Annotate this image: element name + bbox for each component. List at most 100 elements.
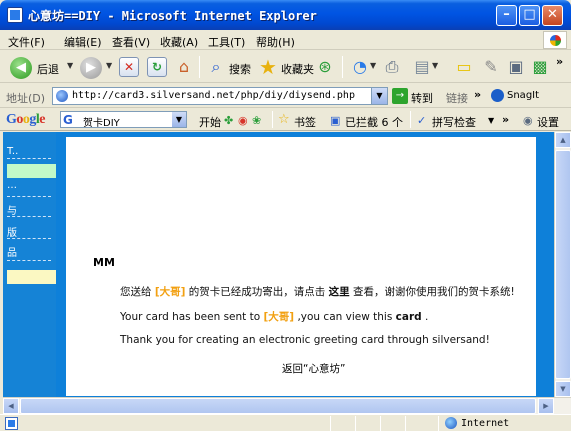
google-search-input[interactable]: G 贺卡DIY ▼: [60, 111, 187, 129]
toolbar-separator: [342, 56, 343, 78]
settings-button[interactable]: 设置: [537, 114, 559, 130]
search-icon[interactable]: ⌕: [206, 57, 226, 77]
horizontal-scroll-thumb[interactable]: [20, 398, 536, 414]
sidebar-divider: [7, 216, 51, 217]
sidebar-divider: [7, 260, 51, 261]
media-icon[interactable]: ⊛: [315, 57, 335, 77]
view-here-link[interactable]: 这里: [329, 286, 350, 298]
maximize-button[interactable]: □: [519, 5, 540, 26]
vertical-scrollbar[interactable]: ▲ ▼: [554, 132, 571, 397]
menu-edit[interactable]: 编辑(E): [64, 34, 102, 50]
address-url[interactable]: http://card3.silversand.net/php/diy/diys…: [72, 90, 355, 101]
snagit-icon[interactable]: [491, 89, 504, 102]
sidebar-item[interactable]: 与: [7, 202, 17, 217]
scroll-right-icon[interactable]: ▶: [538, 398, 554, 414]
view-card-link[interactable]: card: [396, 311, 422, 323]
sidebar-divider: [7, 158, 51, 159]
google-go-button[interactable]: 开始: [199, 114, 221, 130]
back-arrow-icon[interactable]: ◀: [10, 57, 32, 79]
image-icon[interactable]: ▩: [530, 57, 550, 77]
snagit-button[interactable]: SnagIt: [507, 90, 539, 101]
toolbar-separator: [272, 111, 273, 128]
go-arrow-icon[interactable]: →: [392, 88, 408, 104]
vertical-scroll-thumb[interactable]: [555, 150, 571, 379]
spellcheck-button[interactable]: 拼写检查: [432, 114, 476, 130]
sidebar-item[interactable]: 品: [7, 244, 17, 259]
status-separator: [330, 416, 331, 431]
windows-logo-icon: [543, 31, 567, 49]
home-icon[interactable]: ⌂: [174, 57, 194, 77]
menu-view[interactable]: 查看(V): [112, 34, 150, 50]
message-text: 的贺卡已经成功寄出，请点击: [188, 286, 326, 298]
history-dropdown-icon[interactable]: ▼: [370, 61, 376, 70]
message-line-chinese: 您送给 [大哥] 的贺卡已经成功寄出，请点击 这里 查看，谢谢你使用我们的贺卡系…: [120, 284, 515, 299]
sidebar-item[interactable]: …: [7, 180, 17, 191]
address-label: 地址(D): [6, 92, 46, 105]
menu-bar: 文件(F) 编辑(E) 查看(V) 收藏(A) 工具(T) 帮助(H): [0, 30, 571, 50]
links-label[interactable]: 链接: [446, 90, 468, 106]
message-text: Your card has been sent to: [120, 311, 261, 323]
back-dropdown-icon[interactable]: ▼: [67, 61, 73, 70]
forward-arrow-icon[interactable]: ▶: [80, 57, 102, 79]
google-toolbar: Google G 贺卡DIY ▼ 开始 ✤ ◉ ❀ ☆ 书签 ▣ 已拦截 6 个…: [0, 109, 571, 131]
spellcheck-icon[interactable]: ✓: [417, 114, 426, 127]
minimize-button[interactable]: –: [496, 5, 517, 26]
address-dropdown-icon[interactable]: ▼: [371, 88, 387, 104]
standard-toolbar: ◀ 后退 ▼ ▶ ▼ ✕ ↻ ⌂ ⌕ 搜索 ★ 收藏夹 ⊛ ◔ ▼ ⎙ ▤ ▼ …: [0, 51, 571, 83]
page-done-icon: [5, 417, 18, 430]
bookmarks-button[interactable]: 书签: [294, 114, 316, 130]
research-icon[interactable]: ▣: [506, 57, 526, 77]
google-search-value[interactable]: 贺卡DIY: [83, 114, 120, 129]
scroll-left-icon[interactable]: ◀: [3, 398, 19, 414]
scroll-up-icon[interactable]: ▲: [555, 132, 571, 148]
menu-favorites[interactable]: 收藏(A): [160, 34, 198, 50]
print-icon[interactable]: ⎙: [382, 57, 402, 77]
favorites-star-icon[interactable]: ★: [258, 57, 278, 77]
scroll-down-icon[interactable]: ▼: [555, 381, 571, 397]
edit-dropdown-icon[interactable]: ▼: [432, 61, 438, 70]
google-info-icon[interactable]: ❀: [252, 114, 261, 127]
sidebar-item[interactable]: T..: [7, 146, 18, 157]
toolbar-more-chevron[interactable]: »: [556, 55, 563, 68]
sidebar-item-highlight[interactable]: [7, 164, 56, 178]
bookmarks-star-icon[interactable]: ☆: [278, 112, 290, 127]
google-pagerank-icon[interactable]: ◉: [238, 114, 248, 127]
edit-icon[interactable]: ▤: [412, 57, 432, 77]
spellcheck-dropdown-icon[interactable]: ▼: [488, 116, 494, 125]
address-input[interactable]: http://card3.silversand.net/php/diy/diys…: [52, 87, 388, 105]
message-text: .: [425, 311, 429, 323]
back-button[interactable]: 后退: [37, 61, 59, 77]
close-button[interactable]: ✕: [542, 5, 563, 26]
recipient-name: [大哥]: [263, 311, 295, 323]
go-button[interactable]: 转到: [411, 90, 433, 106]
refresh-icon[interactable]: ↻: [147, 57, 167, 77]
menu-tools[interactable]: 工具(T): [208, 34, 245, 50]
search-button[interactable]: 搜索: [229, 61, 251, 77]
stop-icon[interactable]: ✕: [119, 57, 139, 77]
window-title: 心意坊==DIY - Microsoft Internet Explorer: [28, 9, 317, 23]
horizontal-scrollbar[interactable]: ◀ ▶: [3, 397, 571, 414]
page-icon: [56, 90, 68, 102]
links-more-chevron[interactable]: »: [474, 88, 481, 101]
thank-you-line: Thank you for creating an electronic gre…: [120, 334, 490, 346]
google-search-dropdown-icon[interactable]: ▼: [172, 112, 186, 127]
google-more-chevron[interactable]: »: [502, 113, 509, 126]
forward-dropdown-icon[interactable]: ▼: [106, 61, 112, 70]
sidebar-item[interactable]: 版: [7, 224, 17, 239]
sidebar-item-highlight[interactable]: [7, 270, 56, 284]
menu-help[interactable]: 帮助(H): [256, 34, 295, 50]
favorites-button[interactable]: 收藏夹: [281, 61, 314, 77]
google-news-icon[interactable]: ✤: [224, 114, 233, 127]
google-logo-letter: G: [6, 112, 17, 127]
status-separator: [438, 416, 439, 431]
menu-file[interactable]: 文件(F): [8, 34, 45, 50]
google-logo[interactable]: Google: [6, 112, 45, 128]
address-bar: 地址(D) http://card3.silversand.net/php/di…: [0, 84, 571, 108]
history-icon[interactable]: ◔: [350, 57, 370, 77]
popup-blocker-icon[interactable]: ▣: [330, 114, 340, 127]
messenger-icon[interactable]: ✎: [481, 57, 501, 77]
folder-icon[interactable]: ▭: [454, 57, 474, 77]
return-home-link[interactable]: 返回“心意坊”: [282, 361, 345, 376]
popup-blocked-count[interactable]: 已拦截 6 个: [345, 114, 403, 130]
settings-icon[interactable]: ◉: [523, 114, 533, 127]
